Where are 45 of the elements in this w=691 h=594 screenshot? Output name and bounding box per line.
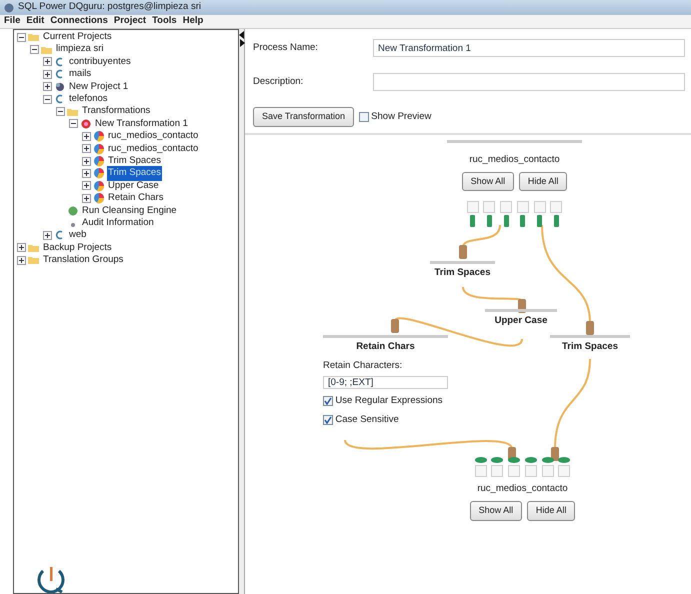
node-title: Trim Spaces — [434, 266, 490, 280]
node-title: Retain Chars — [355, 340, 416, 354]
checkbox-label: Case Sensitive — [335, 412, 399, 427]
node-button[interactable]: Hide All — [526, 501, 576, 521]
tree-item[interactable]: web — [68, 228, 88, 243]
node-button[interactable]: Hide All — [518, 172, 568, 191]
save-button[interactable]: Save Transformation — [253, 107, 354, 126]
menu-item[interactable]: Tools — [152, 14, 177, 29]
menu-item[interactable]: Connections — [50, 14, 108, 29]
menu-item[interactable]: Project — [114, 14, 146, 29]
tree-item[interactable]: mails — [68, 67, 92, 82]
tree-item[interactable]: ruc_medios_contacto — [107, 142, 200, 156]
node-title: ruc_medios_contacto — [477, 482, 568, 496]
node-button[interactable]: Show All — [470, 501, 522, 521]
tree-item[interactable]: Upper Case — [107, 178, 160, 194]
window-title: SQL Power DQguru: postgres@limpieza sri — [18, 0, 201, 14]
retain-characters-field[interactable]: [0-9; ;EXT] — [323, 376, 448, 389]
tree-item[interactable]: contribuyentes — [68, 54, 132, 70]
field-label: Retain Characters: — [323, 359, 404, 374]
checkbox-label: Show Preview — [371, 110, 432, 124]
tree-item[interactable]: Transformations — [81, 104, 152, 119]
tree-item[interactable]: Translation Groups — [42, 253, 124, 268]
tree-item[interactable]: New Project 1 — [68, 80, 130, 94]
menu-item[interactable]: Edit — [26, 14, 44, 29]
tree-item[interactable]: Current Projects — [42, 30, 113, 44]
tree-item[interactable]: Run Cleansing Engine — [81, 204, 178, 218]
process-name-field[interactable]: New Transformation 1 — [373, 39, 685, 57]
field-label: Description: — [253, 74, 304, 89]
tree-item[interactable]: New Transformation 1 — [94, 116, 189, 132]
tree-item[interactable]: Retain Chars — [107, 191, 164, 206]
tree-item[interactable]: telefonos — [68, 92, 109, 106]
node-button[interactable]: Show All — [462, 172, 514, 191]
tree-item[interactable]: Trim Spaces — [107, 166, 162, 181]
node-title: Upper Case — [494, 314, 548, 328]
field-label: Process Name: — [253, 40, 319, 55]
tree-item[interactable]: Backup Projects — [42, 240, 113, 255]
tree-item[interactable]: ruc_medios_contacto — [107, 129, 200, 144]
node-title: Trim Spaces — [562, 340, 618, 354]
tree-item[interactable]: limpieza sri — [55, 42, 105, 57]
menu-item[interactable]: Help — [182, 14, 204, 29]
menu-item[interactable]: File — [4, 14, 20, 29]
checkbox-label: Use Regular Expressions — [335, 394, 443, 408]
tree-item[interactable]: Trim Spaces — [107, 154, 162, 168]
tree-item[interactable]: Audit Information — [81, 216, 155, 230]
node-title: ruc_medios_contacto — [469, 152, 560, 166]
